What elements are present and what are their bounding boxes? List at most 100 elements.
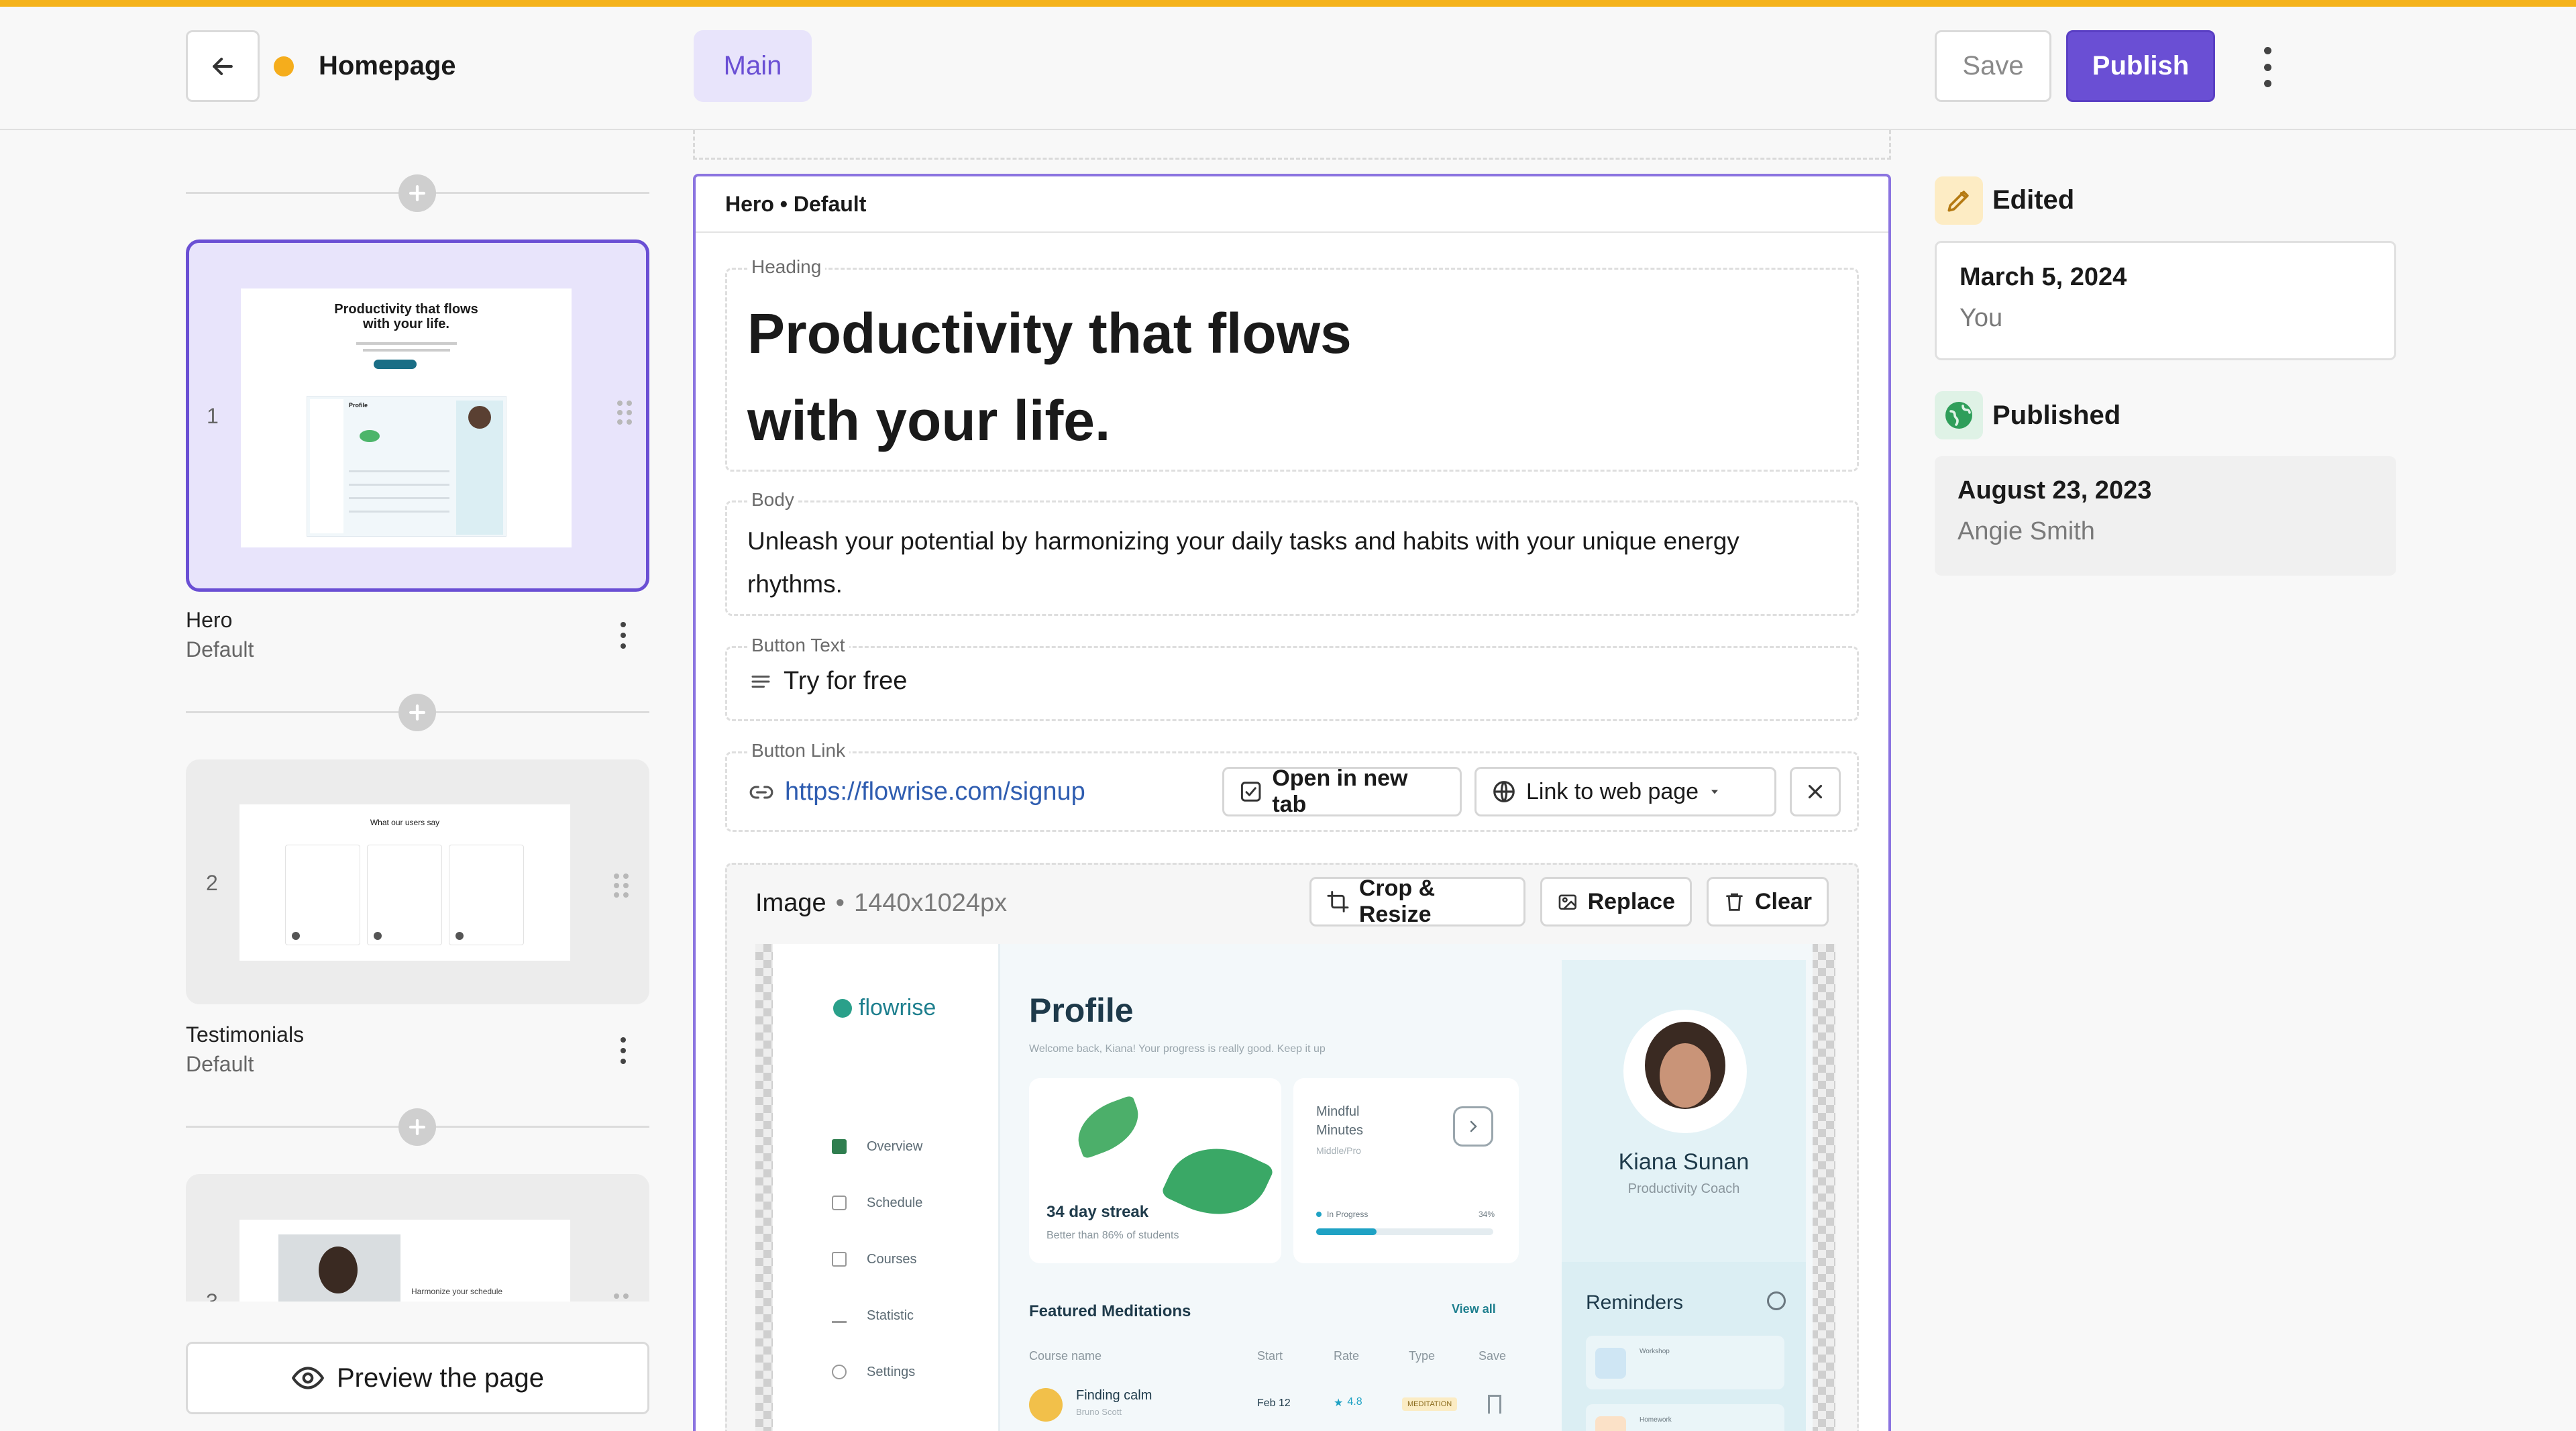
section-card-hero[interactable]: 1 Productivity that flows with your life… xyxy=(186,240,649,592)
clear-link-button[interactable] xyxy=(1790,767,1841,816)
link-type-select[interactable]: Link to web page xyxy=(1474,767,1776,816)
chevron-right-icon xyxy=(1453,1106,1493,1147)
button-text-field[interactable]: Button Text Try for free xyxy=(725,635,1859,721)
clear-image-button[interactable]: Clear xyxy=(1707,877,1829,926)
image-field: Image • 1440x1024px Crop & Resize Replac… xyxy=(725,863,1859,1431)
section-editor: Hero • Default Heading Productivity that… xyxy=(693,174,1891,1431)
save-button[interactable]: Save xyxy=(1935,30,2051,102)
crop-resize-button[interactable]: Crop & Resize xyxy=(1309,876,1525,927)
add-section-icon[interactable] xyxy=(398,694,436,731)
heading-field[interactable]: Heading Productivity that flows with you… xyxy=(725,256,1859,472)
heading-line: Productivity that flows xyxy=(747,302,1352,365)
page-title: Homepage xyxy=(319,51,456,81)
drag-handle-icon[interactable] xyxy=(614,873,629,898)
section-number: 2 xyxy=(206,871,218,895)
preview-nav-item: Settings xyxy=(867,1365,916,1379)
row-name: Finding calm xyxy=(1076,1388,1152,1403)
reminders-title: Reminders xyxy=(1586,1291,1684,1314)
grid-icon xyxy=(832,1139,847,1154)
body-text: Unleash your potential by harmonizing yo… xyxy=(747,527,1739,598)
emoji-icon xyxy=(1029,1388,1063,1422)
field-label: Button Link xyxy=(747,740,850,761)
preview-title: Profile xyxy=(1029,992,1134,1029)
drag-handle-icon[interactable] xyxy=(617,401,632,425)
bar-chart-icon xyxy=(832,1308,847,1323)
more-options-icon[interactable] xyxy=(2254,47,2281,87)
crop-icon xyxy=(1327,891,1349,912)
section-card-3-viewport: 3 Harmonize your schedule xyxy=(186,1174,649,1302)
book-icon xyxy=(832,1252,847,1267)
section-card-testimonials[interactable]: 2 What our users say xyxy=(186,759,649,1004)
progress-value: 34% xyxy=(1479,1210,1495,1219)
profile-avatar xyxy=(1623,1010,1747,1133)
section-title: Hero xyxy=(186,608,233,632)
preview-profile-column: Kiana Sunan Productivity Coach Reminders… xyxy=(1562,960,1806,1431)
leaf-icon xyxy=(1160,1128,1275,1234)
image-preview[interactable]: flowrise Overview Schedule Courses Stati… xyxy=(755,944,1835,1431)
replace-image-button[interactable]: Replace xyxy=(1540,877,1692,926)
link-icon xyxy=(749,786,773,798)
preview-app: flowrise Overview Schedule Courses Stati… xyxy=(773,944,1813,1431)
published-user: Angie Smith xyxy=(1957,517,2095,545)
dimension-separator: • xyxy=(835,889,845,917)
open-new-tab-label: Open in new tab xyxy=(1272,765,1408,817)
bookmark-icon xyxy=(1488,1395,1501,1414)
reminder-item: Workshop xyxy=(1640,1348,1670,1355)
section-number: 3 xyxy=(206,1289,218,1302)
preview-welcome: Welcome back, Kiana! Your progress is re… xyxy=(1029,1043,1326,1055)
edited-user: You xyxy=(1960,304,2003,332)
body-field[interactable]: Body Unleash your potential by harmonizi… xyxy=(725,489,1859,616)
preview-nav-item: Statistic xyxy=(867,1308,914,1323)
section-number: 1 xyxy=(207,404,219,428)
link-type-label: Link to web page xyxy=(1526,778,1699,804)
column-header: Save xyxy=(1479,1349,1507,1363)
add-section-icon[interactable] xyxy=(398,1108,436,1146)
trash-icon xyxy=(1726,893,1743,911)
open-new-tab-checkbox[interactable]: Open in new tab xyxy=(1222,765,1462,817)
reminder-item: Homework xyxy=(1640,1416,1672,1424)
crop-label: Crop & Resize xyxy=(1358,876,1436,927)
caret-down-icon xyxy=(1711,790,1719,794)
globe-published-icon xyxy=(1935,391,1983,439)
preview-page-button[interactable]: Preview the page xyxy=(186,1342,649,1414)
reminder-card: Homework xyxy=(1586,1404,1784,1431)
add-section-icon[interactable] xyxy=(398,174,436,212)
button-link-field[interactable]: Button Link https://flowrise.com/signup … xyxy=(725,740,1859,832)
image-replace-icon xyxy=(1558,894,1576,910)
thumb-heading: What our users say xyxy=(370,818,440,827)
column-header: Start xyxy=(1257,1349,1283,1363)
progress-bar xyxy=(1316,1228,1493,1235)
view-all-link: View all xyxy=(1452,1302,1496,1316)
row-rate: 4.8 xyxy=(1347,1396,1362,1408)
published-card: August 23, 2023 Angie Smith xyxy=(1935,456,2396,576)
status-dot xyxy=(274,56,294,76)
button-link-value[interactable]: https://flowrise.com/signup xyxy=(785,778,1085,806)
drag-handle-icon[interactable] xyxy=(614,1293,629,1302)
publish-button[interactable]: Publish xyxy=(2066,30,2215,102)
editor-section-name: Hero • Default xyxy=(725,191,867,216)
field-label: Button Text xyxy=(747,635,849,656)
settings-gear-icon xyxy=(832,1365,847,1379)
editor-header: Hero • Default xyxy=(696,176,1888,233)
text-lines-icon xyxy=(751,675,770,688)
globe-icon xyxy=(1493,781,1515,802)
section-title: Testimonials xyxy=(186,1022,305,1047)
star-icon: ★ xyxy=(1334,1397,1344,1409)
previous-section-edge xyxy=(693,130,1891,160)
replace-label: Replace xyxy=(1587,888,1675,914)
person-name: Kiana Sunan xyxy=(1618,1149,1750,1175)
section-card-3[interactable]: 3 Harmonize your schedule xyxy=(186,1174,649,1302)
row-type-badge: MEDITATION xyxy=(1402,1397,1458,1411)
mindful-sub: Middle/Pro xyxy=(1316,1145,1361,1156)
brand-logo-icon xyxy=(833,998,852,1018)
published-date: August 23, 2023 xyxy=(1957,476,2152,505)
section-menu-icon[interactable] xyxy=(619,622,628,649)
section-menu-icon[interactable] xyxy=(619,1037,628,1064)
tab-main[interactable]: Main xyxy=(694,30,812,102)
column-header: Type xyxy=(1409,1349,1436,1363)
section-thumbnail: Harmonize your schedule xyxy=(239,1220,570,1302)
unsaved-changes-bar xyxy=(0,0,2576,7)
back-button[interactable] xyxy=(186,30,260,102)
preview-sidebar: flowrise Overview Schedule Courses Stati… xyxy=(773,944,998,1431)
preview-brand: flowrise xyxy=(859,995,936,1020)
